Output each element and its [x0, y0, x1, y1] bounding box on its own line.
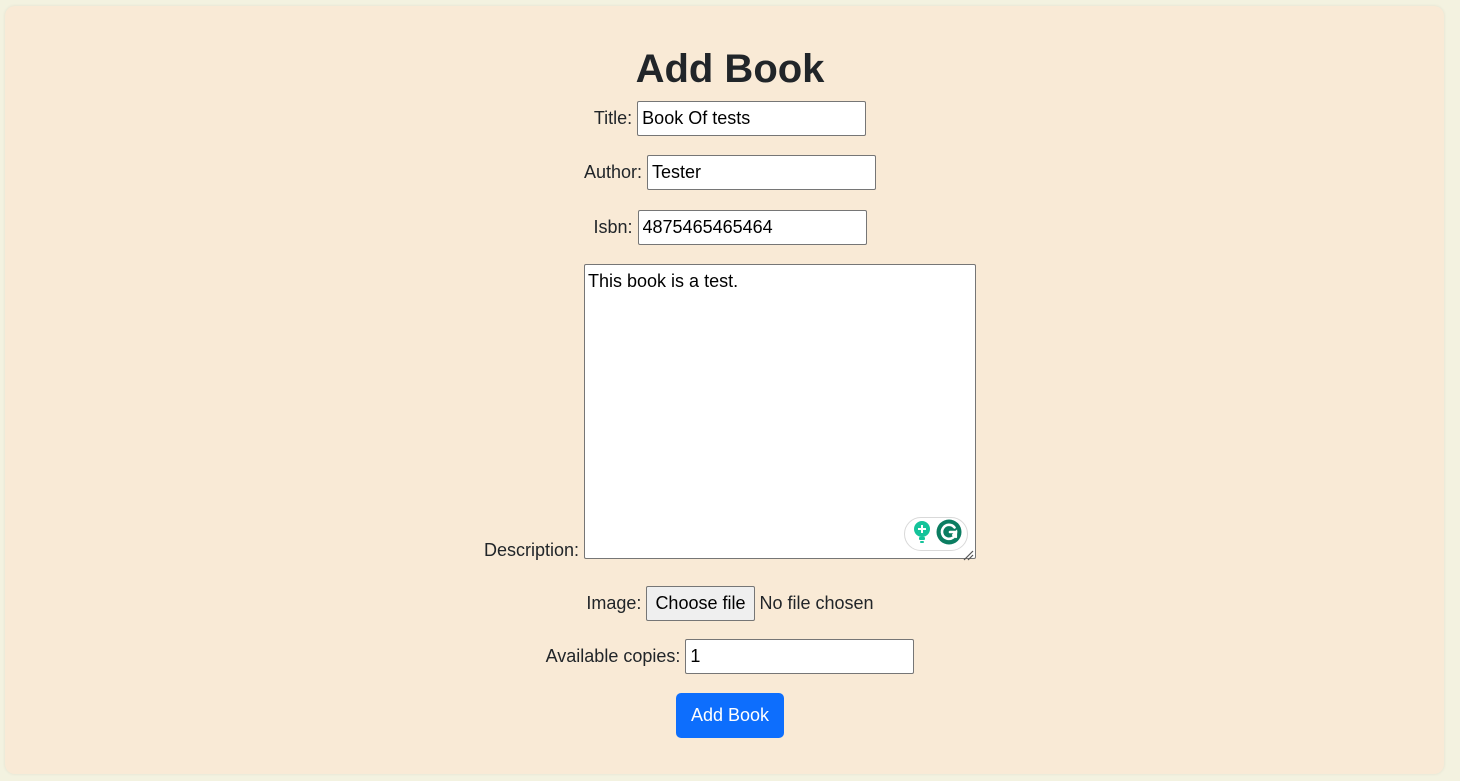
author-row: Author: — [0, 155, 1460, 190]
description-wrapper: This book is a test. — [584, 264, 977, 561]
title-input[interactable] — [637, 101, 867, 136]
add-book-button[interactable]: Add Book — [675, 693, 785, 738]
description-label: Description: — [483, 540, 580, 560]
grammarly-g-icon[interactable] — [936, 519, 962, 550]
choose-file-button[interactable]: Choose file — [646, 586, 755, 621]
image-row: Image: Choose file No file chosen — [0, 586, 1460, 621]
description-textarea[interactable]: This book is a test. — [584, 264, 977, 559]
file-status: No file chosen — [759, 593, 874, 613]
submit-row: Add Book — [0, 693, 1460, 738]
lightbulb-plus-icon[interactable] — [911, 520, 933, 549]
author-label: Author: — [583, 162, 643, 182]
isbn-label: Isbn: — [593, 217, 633, 237]
copies-input[interactable] — [685, 639, 915, 674]
grammarly-widget[interactable] — [904, 517, 969, 551]
isbn-row: Isbn: — [0, 210, 1460, 245]
image-label: Image: — [586, 593, 642, 613]
author-input[interactable] — [647, 155, 877, 190]
resize-grip-icon[interactable] — [962, 545, 974, 561]
copies-label: Available copies: — [545, 646, 681, 666]
title-label: Title: — [593, 108, 633, 128]
isbn-input[interactable] — [637, 210, 867, 245]
title-row: Title: — [0, 101, 1460, 136]
copies-row: Available copies: — [0, 639, 1460, 674]
page-title: Add Book — [635, 47, 825, 91]
description-row: Description: This book is a test. — [0, 264, 1460, 561]
